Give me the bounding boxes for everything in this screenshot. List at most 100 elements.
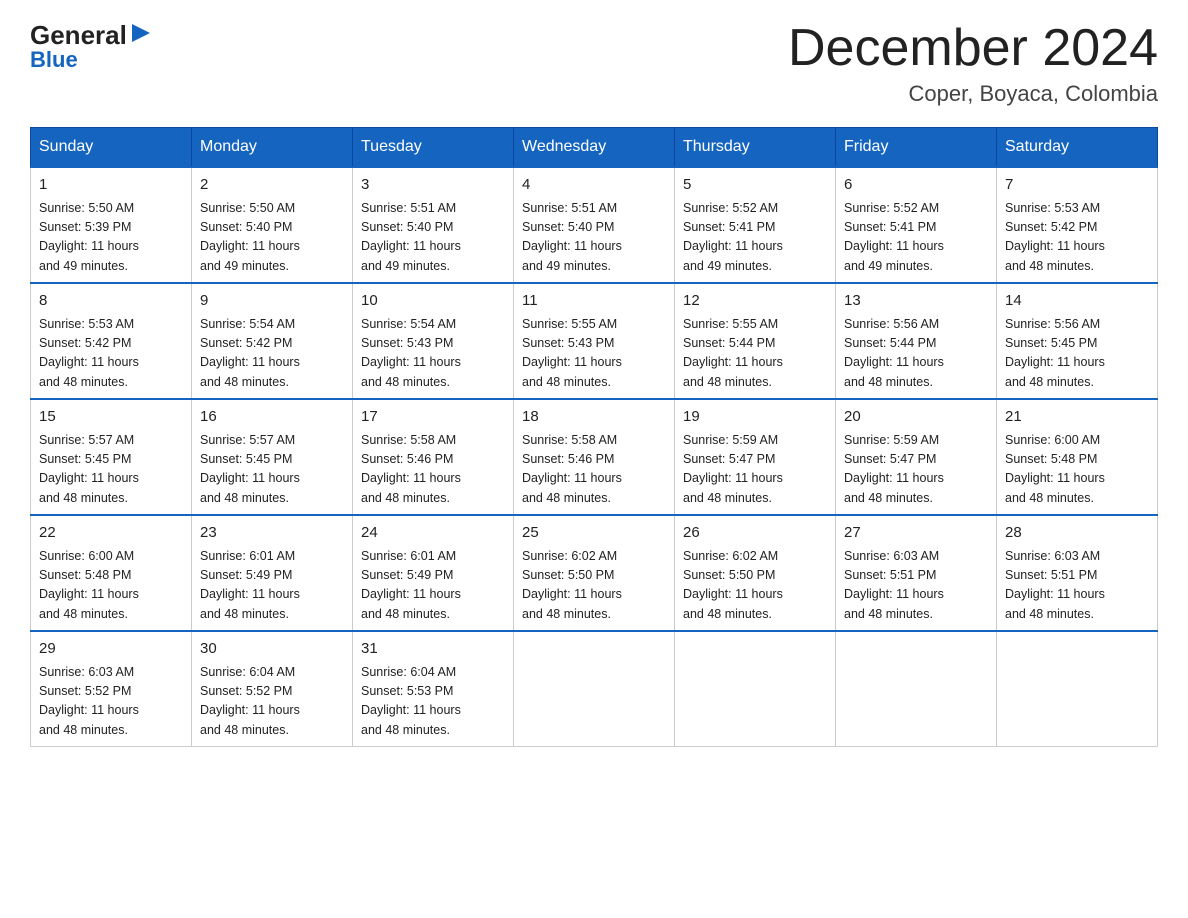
day-info: Sunrise: 6:01 AMSunset: 5:49 PMDaylight:…: [200, 549, 300, 621]
day-info: Sunrise: 5:55 AMSunset: 5:43 PMDaylight:…: [522, 317, 622, 389]
table-row: 20 Sunrise: 5:59 AMSunset: 5:47 PMDaylig…: [836, 399, 997, 515]
day-info: Sunrise: 5:55 AMSunset: 5:44 PMDaylight:…: [683, 317, 783, 389]
logo-triangle-icon: [130, 22, 152, 44]
location-subtitle: Coper, Boyaca, Colombia: [788, 81, 1158, 107]
day-info: Sunrise: 6:04 AMSunset: 5:52 PMDaylight:…: [200, 665, 300, 737]
table-row: 4 Sunrise: 5:51 AMSunset: 5:40 PMDayligh…: [514, 167, 675, 283]
day-info: Sunrise: 5:57 AMSunset: 5:45 PMDaylight:…: [39, 433, 139, 505]
day-number: 20: [844, 406, 988, 429]
day-number: 26: [683, 522, 827, 545]
day-info: Sunrise: 6:04 AMSunset: 5:53 PMDaylight:…: [361, 665, 461, 737]
table-row: 30 Sunrise: 6:04 AMSunset: 5:52 PMDaylig…: [192, 631, 353, 747]
day-number: 18: [522, 406, 666, 429]
table-row: 22 Sunrise: 6:00 AMSunset: 5:48 PMDaylig…: [31, 515, 192, 631]
day-number: 22: [39, 522, 183, 545]
table-row: 6 Sunrise: 5:52 AMSunset: 5:41 PMDayligh…: [836, 167, 997, 283]
day-info: Sunrise: 6:00 AMSunset: 5:48 PMDaylight:…: [1005, 433, 1105, 505]
day-info: Sunrise: 5:56 AMSunset: 5:45 PMDaylight:…: [1005, 317, 1105, 389]
logo: General Blue: [30, 20, 152, 73]
day-number: 4: [522, 174, 666, 197]
day-number: 9: [200, 290, 344, 313]
table-row: 7 Sunrise: 5:53 AMSunset: 5:42 PMDayligh…: [997, 167, 1158, 283]
day-number: 8: [39, 290, 183, 313]
day-info: Sunrise: 5:53 AMSunset: 5:42 PMDaylight:…: [39, 317, 139, 389]
table-row: 10 Sunrise: 5:54 AMSunset: 5:43 PMDaylig…: [353, 283, 514, 399]
table-row: 29 Sunrise: 6:03 AMSunset: 5:52 PMDaylig…: [31, 631, 192, 747]
calendar-week-row: 8 Sunrise: 5:53 AMSunset: 5:42 PMDayligh…: [31, 283, 1158, 399]
day-number: 2: [200, 174, 344, 197]
table-row: 3 Sunrise: 5:51 AMSunset: 5:40 PMDayligh…: [353, 167, 514, 283]
weekday-header-row: Sunday Monday Tuesday Wednesday Thursday…: [31, 128, 1158, 168]
day-number: 11: [522, 290, 666, 313]
table-row: 31 Sunrise: 6:04 AMSunset: 5:53 PMDaylig…: [353, 631, 514, 747]
day-number: 21: [1005, 406, 1149, 429]
table-row: 26 Sunrise: 6:02 AMSunset: 5:50 PMDaylig…: [675, 515, 836, 631]
day-info: Sunrise: 5:59 AMSunset: 5:47 PMDaylight:…: [683, 433, 783, 505]
day-number: 15: [39, 406, 183, 429]
day-info: Sunrise: 5:51 AMSunset: 5:40 PMDaylight:…: [361, 201, 461, 273]
day-number: 24: [361, 522, 505, 545]
day-info: Sunrise: 6:01 AMSunset: 5:49 PMDaylight:…: [361, 549, 461, 621]
table-row: 23 Sunrise: 6:01 AMSunset: 5:49 PMDaylig…: [192, 515, 353, 631]
table-row: 24 Sunrise: 6:01 AMSunset: 5:49 PMDaylig…: [353, 515, 514, 631]
header-saturday: Saturday: [997, 128, 1158, 168]
header-sunday: Sunday: [31, 128, 192, 168]
calendar-week-row: 15 Sunrise: 5:57 AMSunset: 5:45 PMDaylig…: [31, 399, 1158, 515]
table-row: 12 Sunrise: 5:55 AMSunset: 5:44 PMDaylig…: [675, 283, 836, 399]
day-number: 3: [361, 174, 505, 197]
day-info: Sunrise: 6:00 AMSunset: 5:48 PMDaylight:…: [39, 549, 139, 621]
table-row: 25 Sunrise: 6:02 AMSunset: 5:50 PMDaylig…: [514, 515, 675, 631]
table-row: 9 Sunrise: 5:54 AMSunset: 5:42 PMDayligh…: [192, 283, 353, 399]
day-info: Sunrise: 5:52 AMSunset: 5:41 PMDaylight:…: [683, 201, 783, 273]
day-number: 23: [200, 522, 344, 545]
header-friday: Friday: [836, 128, 997, 168]
day-info: Sunrise: 6:03 AMSunset: 5:51 PMDaylight:…: [844, 549, 944, 621]
table-row: 5 Sunrise: 5:52 AMSunset: 5:41 PMDayligh…: [675, 167, 836, 283]
logo-blue-text: Blue: [30, 47, 78, 73]
day-number: 6: [844, 174, 988, 197]
calendar-week-row: 22 Sunrise: 6:00 AMSunset: 5:48 PMDaylig…: [31, 515, 1158, 631]
day-number: 17: [361, 406, 505, 429]
table-row: 18 Sunrise: 5:58 AMSunset: 5:46 PMDaylig…: [514, 399, 675, 515]
day-info: Sunrise: 5:52 AMSunset: 5:41 PMDaylight:…: [844, 201, 944, 273]
table-row: 11 Sunrise: 5:55 AMSunset: 5:43 PMDaylig…: [514, 283, 675, 399]
day-info: Sunrise: 5:58 AMSunset: 5:46 PMDaylight:…: [361, 433, 461, 505]
table-row: 19 Sunrise: 5:59 AMSunset: 5:47 PMDaylig…: [675, 399, 836, 515]
table-row: 27 Sunrise: 6:03 AMSunset: 5:51 PMDaylig…: [836, 515, 997, 631]
day-info: Sunrise: 5:54 AMSunset: 5:43 PMDaylight:…: [361, 317, 461, 389]
table-row: 16 Sunrise: 5:57 AMSunset: 5:45 PMDaylig…: [192, 399, 353, 515]
day-info: Sunrise: 5:54 AMSunset: 5:42 PMDaylight:…: [200, 317, 300, 389]
table-row: [997, 631, 1158, 747]
table-row: 14 Sunrise: 5:56 AMSunset: 5:45 PMDaylig…: [997, 283, 1158, 399]
day-info: Sunrise: 6:02 AMSunset: 5:50 PMDaylight:…: [522, 549, 622, 621]
table-row: 1 Sunrise: 5:50 AMSunset: 5:39 PMDayligh…: [31, 167, 192, 283]
day-number: 10: [361, 290, 505, 313]
day-info: Sunrise: 6:03 AMSunset: 5:51 PMDaylight:…: [1005, 549, 1105, 621]
table-row: 13 Sunrise: 5:56 AMSunset: 5:44 PMDaylig…: [836, 283, 997, 399]
calendar-week-row: 29 Sunrise: 6:03 AMSunset: 5:52 PMDaylig…: [31, 631, 1158, 747]
day-number: 19: [683, 406, 827, 429]
day-number: 12: [683, 290, 827, 313]
table-row: [514, 631, 675, 747]
day-number: 1: [39, 174, 183, 197]
header-tuesday: Tuesday: [353, 128, 514, 168]
day-info: Sunrise: 5:56 AMSunset: 5:44 PMDaylight:…: [844, 317, 944, 389]
day-info: Sunrise: 5:59 AMSunset: 5:47 PMDaylight:…: [844, 433, 944, 505]
header-thursday: Thursday: [675, 128, 836, 168]
day-number: 27: [844, 522, 988, 545]
table-row: 17 Sunrise: 5:58 AMSunset: 5:46 PMDaylig…: [353, 399, 514, 515]
month-year-title: December 2024: [788, 20, 1158, 77]
day-number: 16: [200, 406, 344, 429]
day-number: 30: [200, 638, 344, 661]
header-monday: Monday: [192, 128, 353, 168]
day-info: Sunrise: 5:50 AMSunset: 5:39 PMDaylight:…: [39, 201, 139, 273]
table-row: 15 Sunrise: 5:57 AMSunset: 5:45 PMDaylig…: [31, 399, 192, 515]
day-info: Sunrise: 6:03 AMSunset: 5:52 PMDaylight:…: [39, 665, 139, 737]
title-area: December 2024 Coper, Boyaca, Colombia: [788, 20, 1158, 107]
day-info: Sunrise: 5:57 AMSunset: 5:45 PMDaylight:…: [200, 433, 300, 505]
day-info: Sunrise: 6:02 AMSunset: 5:50 PMDaylight:…: [683, 549, 783, 621]
table-row: 2 Sunrise: 5:50 AMSunset: 5:40 PMDayligh…: [192, 167, 353, 283]
day-info: Sunrise: 5:50 AMSunset: 5:40 PMDaylight:…: [200, 201, 300, 273]
day-number: 28: [1005, 522, 1149, 545]
day-number: 14: [1005, 290, 1149, 313]
